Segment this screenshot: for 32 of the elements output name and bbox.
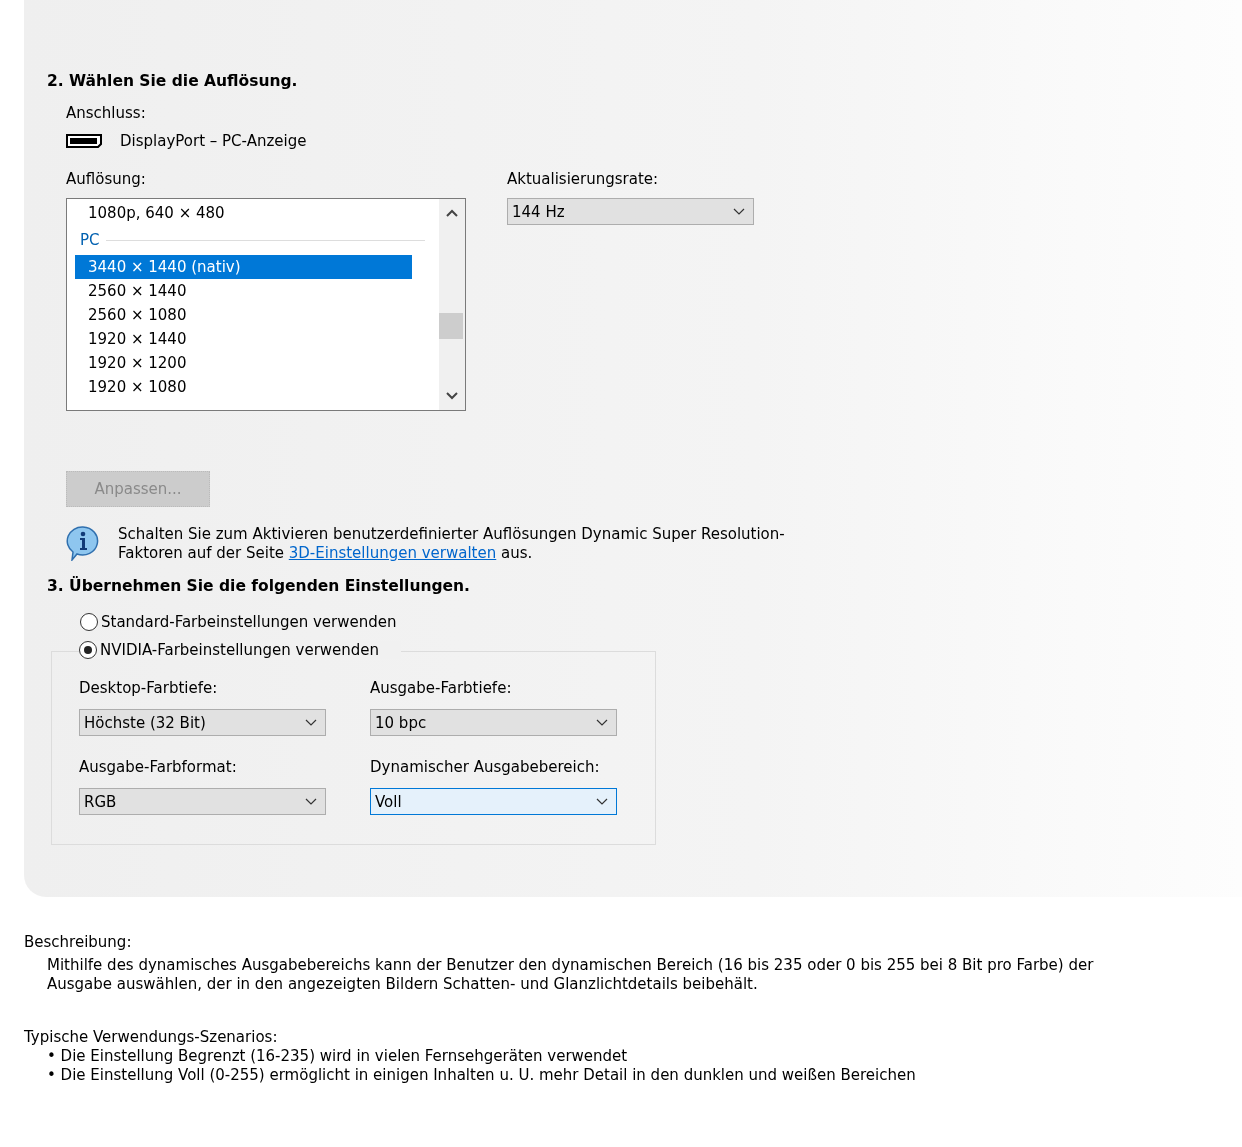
resolution-list[interactable]: 1080p, 640 × 480 PC 3440 × 1440 (nativ) 2560 × 1440 2560 × 1080 1920 × 1440 1920 × 1200 1920 × 1080 [66,198,466,411]
list-group-header: PC [75,225,425,255]
resolution-item[interactable]: 1920 × 1080 [75,375,412,399]
field-label: Desktop-Farbtiefe: [79,679,219,697]
connection-label: Anschluss: [66,104,147,122]
field-label: Ausgabe-Farbtiefe: [370,679,513,697]
description-text: Mithilfe des dynamisches Ausgabebereichs kann der Benutzer den dynamischen Bereich (16 bis 235 oder 0 bis 255 bei 8 Bit pro Farbe) der Ausgabe auswählen, der in den angezeigten Bildern Schatten- und Glanzlichtdetails beibehält. [47,956,1095,994]
resolution-item[interactable]: 1920 × 1440 [75,327,412,351]
resolution-item[interactable]: 2560 × 1080 [75,303,412,327]
connection-name: DisplayPort – PC-Anzeige [120,132,307,150]
resolution-item[interactable]: 1080p, 640 × 480 [75,201,412,225]
dropdown[interactable]: 144 Hz [507,198,754,225]
section-heading: 3. Übernehmen Sie die folgenden Einstellungen. [47,577,471,595]
resolution-item[interactable]: 2560 × 1440 [75,279,412,303]
radio-label[interactable]: Standard-Farbeinstellungen verwenden [101,613,397,631]
field-label: Dynamischer Ausgabebereich: [370,758,601,776]
resolution-item[interactable]: 1920 × 1200 [75,351,412,375]
dropdown[interactable]: RGB [79,788,326,815]
section-heading: 2. Wählen Sie die Auflösung. [47,72,299,90]
settings-link[interactable]: 3D-Einstellungen verwalten [288,544,497,562]
dropdown[interactable]: 10 bpc [370,709,617,736]
description-label: Beschreibung: [24,933,133,952]
scenarios-label: Typische Verwendungs-Szenarios: [24,1028,279,1047]
dropdown[interactable]: Voll [370,788,617,815]
dropdown[interactable]: Höchste (32 Bit) [79,709,326,736]
scenario-bullet: • Die Einstellung Begrenzt (16-235) wird in vielen Fernsehgeräten verwendet [47,1047,629,1066]
scenario-bullet: • Die Einstellung Voll (0-255) ermöglicht in einigen Inhalten u. U. mehr Detail in den dunklen und weißen Bereichen [47,1066,917,1085]
resolution-label: Auflösung: [66,170,147,188]
field-label: Ausgabe-Farbformat: [79,758,238,776]
resolution-item[interactable]: 3440 × 1440 (nativ) [75,255,412,279]
refresh-rate-label: Aktualisierungsrate: [507,170,660,188]
info-text: Schalten Sie zum Aktivieren benutzerdefinierter Auflösungen Dynamic Super Resolution-Faktoren auf der Seite 3D-Einstellungen verwalten aus. [118,525,786,563]
